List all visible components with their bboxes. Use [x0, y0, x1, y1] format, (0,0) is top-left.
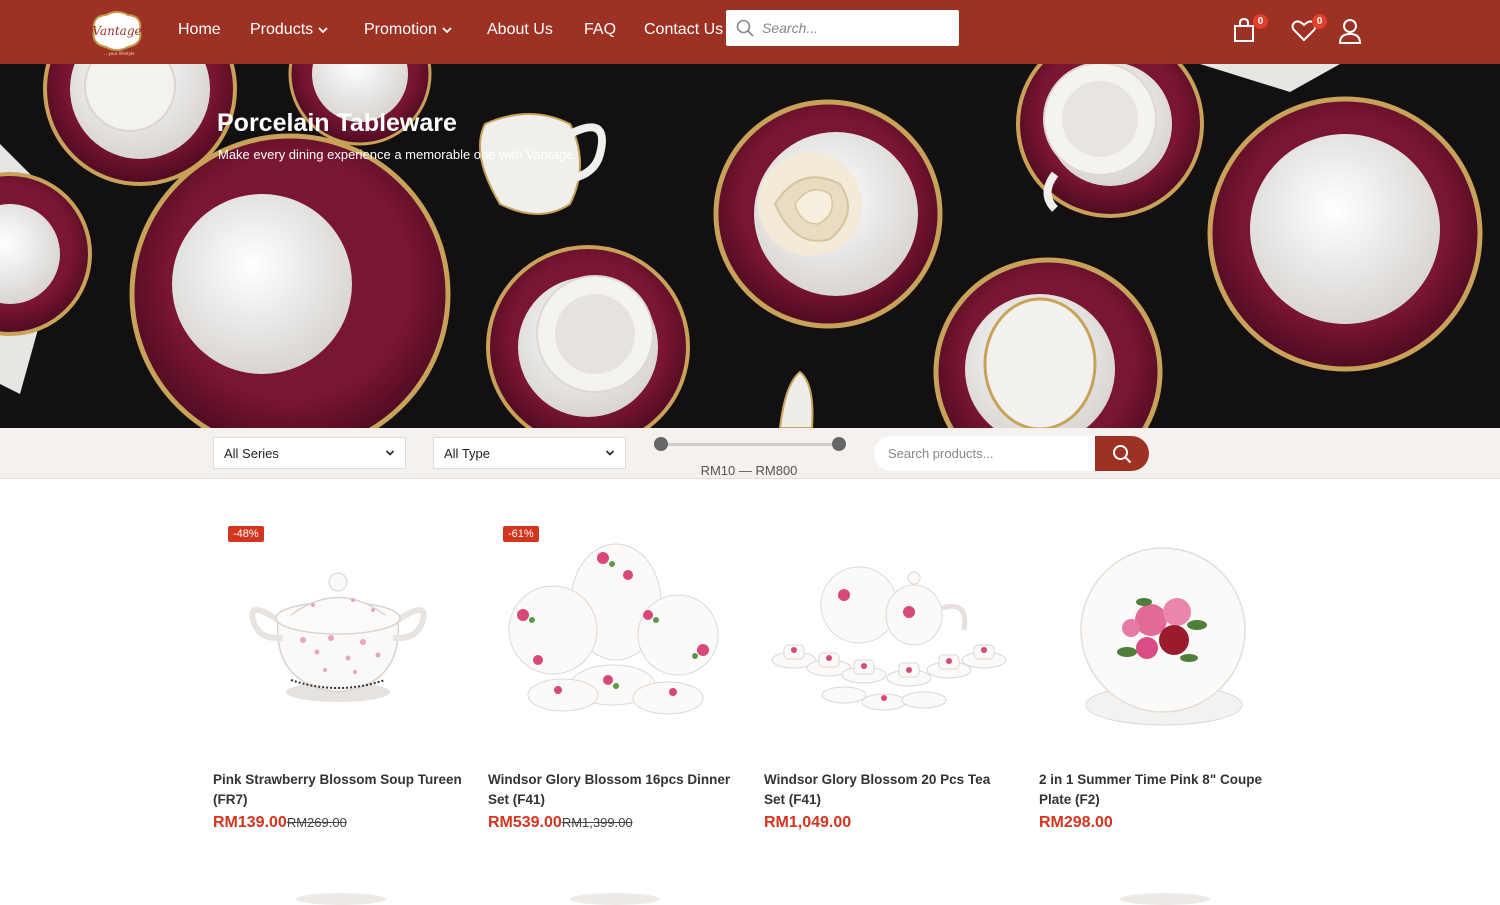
user-icon [1338, 19, 1362, 44]
price-range-max-handle[interactable] [832, 437, 846, 451]
product-price: RM139.00 [213, 814, 287, 831]
series-select-value: All Series [224, 445, 279, 461]
top-navbar: Vantage ... your lifestyle Home Products… [0, 0, 1500, 64]
product-card[interactable]: Windsor Glory Blossom 20 Pcs Tea Set (F4… [764, 520, 1014, 840]
nav-home[interactable]: Home [178, 21, 221, 39]
chevron-down-icon [605, 450, 615, 456]
search-icon [1113, 444, 1132, 463]
product-price-row: RM539.00RM1,399.00 [488, 814, 633, 832]
header-search-input[interactable] [762, 20, 952, 36]
nav-promotion[interactable]: Promotion [364, 21, 453, 39]
nav-contact-us[interactable]: Contact Us [644, 21, 723, 39]
svg-text:... your lifestyle: ... your lifestyle [103, 51, 135, 56]
product-price: RM1,049.00 [764, 814, 852, 831]
product-title[interactable]: Windsor Glory Blossom 20 Pcs Tea Set (F4… [764, 770, 1014, 810]
hero-banner: Porcelain Tableware Make every dining ex… [0, 64, 1500, 428]
product-card[interactable]: -48% Pink Strawberry Blossom Soup Tureen… [213, 520, 463, 840]
product-image [508, 543, 719, 715]
product-title[interactable]: 2 in 1 Summer Time Pink 8" Coupe Plate (… [1039, 770, 1289, 810]
product-price: RM298.00 [1039, 814, 1113, 831]
brand-logo[interactable]: Vantage ... your lifestyle [86, 8, 148, 58]
svg-text:Vantage: Vantage [92, 24, 141, 38]
chevron-down-icon [442, 27, 452, 34]
chevron-down-icon [318, 27, 328, 34]
price-range-label: RM10 — RM800 [700, 463, 798, 478]
nav-faq[interactable]: FAQ [584, 21, 616, 39]
price-range-min-handle[interactable] [654, 437, 668, 451]
sale-badge: -48% [228, 526, 264, 542]
type-select-value: All Type [444, 445, 491, 461]
cart-button[interactable]: 0 [1232, 14, 1268, 46]
product-card[interactable]: 2 in 1 Summer Time Pink 8" Coupe Plate (… [1039, 520, 1289, 840]
type-select[interactable]: All Type [433, 437, 626, 469]
wishlist-count-badge: 0 [1312, 14, 1327, 29]
product-search-button[interactable] [1095, 436, 1149, 471]
account-button[interactable] [1338, 18, 1366, 46]
product-card[interactable]: -61% Windsor Glory Blossom 16pcs Dinner … [488, 520, 738, 840]
product-search [874, 436, 1149, 471]
series-select[interactable]: All Series [213, 437, 406, 469]
product-price-row: RM139.00RM269.00 [213, 814, 347, 832]
hero-title: Porcelain Tableware [217, 109, 457, 137]
product-price-row: RM298.00 [1039, 814, 1113, 832]
header-search [726, 10, 959, 46]
product-price-row: RM1,049.00 [764, 814, 851, 832]
product-image [1080, 547, 1246, 726]
wishlist-button[interactable]: 0 [1291, 14, 1327, 46]
next-row-product-image [570, 893, 660, 905]
product-old-price: RM1,399.00 [561, 815, 633, 830]
product-price: RM539.00 [488, 814, 562, 831]
nav-about-us[interactable]: About Us [487, 21, 553, 39]
cart-count-badge: 0 [1253, 14, 1268, 29]
search-icon [736, 19, 754, 37]
product-image [249, 572, 427, 702]
next-row-product-image [1120, 893, 1210, 905]
product-title[interactable]: Pink Strawberry Blossom Soup Tureen (FR7… [213, 770, 463, 810]
product-image [771, 566, 1007, 711]
hero-subtitle: Make every dining experience a memorable… [218, 147, 577, 162]
sale-badge: -61% [503, 526, 539, 542]
price-range-track[interactable] [660, 443, 838, 446]
chevron-down-icon [385, 450, 395, 456]
product-old-price: RM269.00 [286, 815, 347, 830]
product-title[interactable]: Windsor Glory Blossom 16pcs Dinner Set (… [488, 770, 738, 810]
nav-products[interactable]: Products [250, 21, 329, 39]
product-search-input[interactable] [874, 436, 1096, 471]
price-range-slider: RM10 — RM800 [653, 436, 846, 478]
product-filter-bar: All Series All Type RM10 — RM800 [0, 428, 1500, 479]
next-row-product-image [296, 893, 386, 905]
